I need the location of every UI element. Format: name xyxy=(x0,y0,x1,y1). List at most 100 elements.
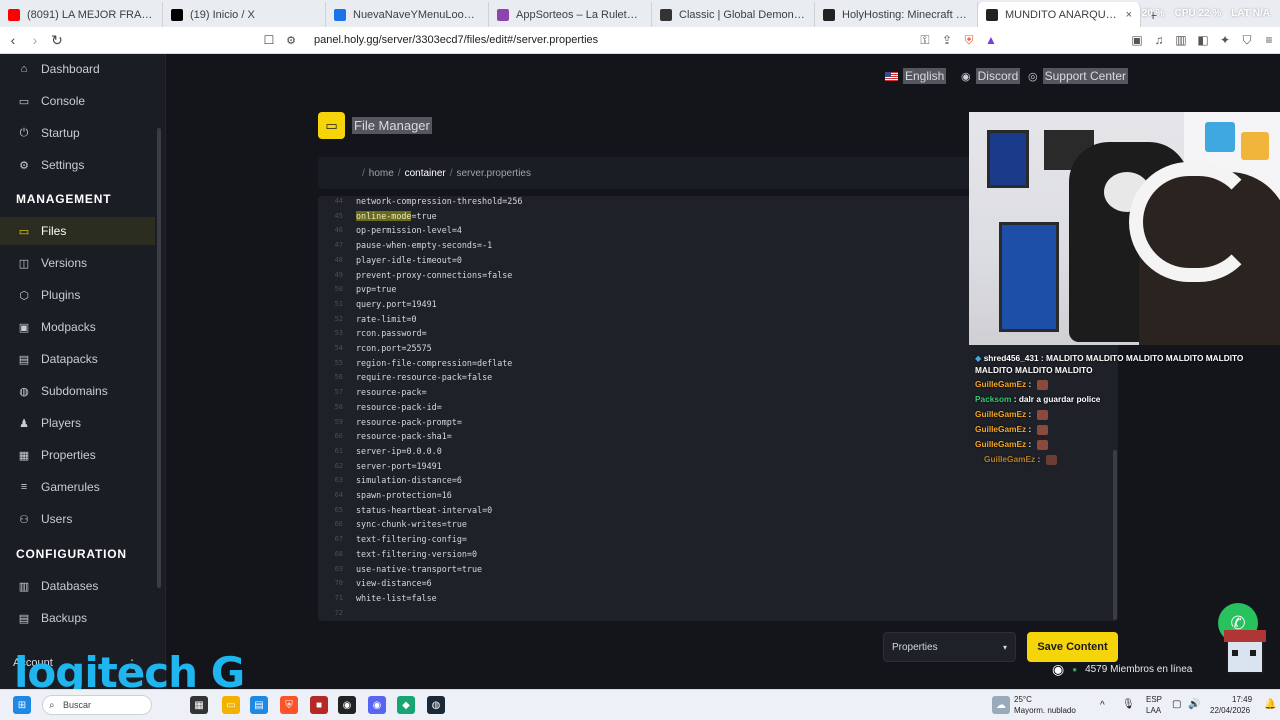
discord-link[interactable]: ◉ Discord xyxy=(961,68,1021,84)
sidebar-item-modpacks[interactable]: ▣ Modpacks xyxy=(0,313,155,341)
file-type-select[interactable]: Properties ▾ xyxy=(883,632,1016,662)
sidebar-item-databases[interactable]: ▥ Databases xyxy=(0,572,155,600)
app-icon[interactable]: ◆ xyxy=(397,696,415,714)
breadcrumb-container[interactable]: container xyxy=(405,168,446,179)
mic-icon[interactable]: 🎙 xyxy=(1122,699,1135,710)
editor-scrollbar[interactable] xyxy=(1113,450,1117,620)
bookmark-icon[interactable]: ☐ xyxy=(258,33,280,47)
brave-icon[interactable]: ⛨ xyxy=(280,696,298,714)
notifications-icon[interactable]: 🔔 xyxy=(1264,699,1276,710)
language-selector[interactable]: English xyxy=(885,68,947,84)
figure xyxy=(1205,122,1235,152)
line-number: 66 xyxy=(334,520,343,529)
steam-icon[interactable]: ◍ xyxy=(427,696,445,714)
property-value: true xyxy=(446,519,467,530)
volume-icon[interactable]: 🔊 xyxy=(1188,699,1200,710)
sidebar-item-users[interactable]: ⚇ Users xyxy=(0,505,155,533)
property-key: white-list xyxy=(356,592,407,603)
share-icon[interactable]: ⇪ xyxy=(936,33,958,47)
browser-tab[interactable]: NuevaNaveYMenuLoop.zip - Google xyxy=(326,2,489,27)
sidebar-item-files[interactable]: ▭ Files xyxy=(0,217,155,245)
code-line[interactable]: 63 simulation-distance=6 xyxy=(318,473,1118,488)
property-key: online-mode xyxy=(356,210,412,221)
configuration-heading: CONFIGURATION xyxy=(16,547,127,561)
ai-icon[interactable]: ✦ xyxy=(1214,33,1236,47)
windows-start-icon[interactable]: ⊞ xyxy=(13,696,31,714)
sidebar-item-plugins[interactable]: ⬡ Plugins xyxy=(0,281,155,309)
code-text: white-list=false xyxy=(356,591,437,606)
stat-cpu: CPU 22 % xyxy=(1174,8,1222,19)
sidebar-item-gamerules[interactable]: ≡ Gamerules xyxy=(0,473,155,501)
code-text: region-file-compression=deflate xyxy=(356,356,512,371)
sidebar-item-startup[interactable]: ⏻ Startup xyxy=(0,119,155,147)
music-icon[interactable]: ♫ xyxy=(1148,33,1170,47)
taskview-icon[interactable]: ▦ xyxy=(190,696,208,714)
menu-icon[interactable]: ≡ xyxy=(1258,33,1280,47)
browser-tab[interactable]: (8091) LA MEJOR FRASE DE ADAM S xyxy=(0,2,163,27)
code-line[interactable]: 66 sync-chunk-writes=true xyxy=(318,517,1118,532)
discord-icon: ◉ xyxy=(961,70,971,83)
sidebar-item-subdomains[interactable]: ◍ Subdomains xyxy=(0,377,155,405)
brave-rewards-icon[interactable]: ▲ xyxy=(980,33,1002,47)
sidebar-item-datapacks[interactable]: ▤ Datapacks xyxy=(0,345,155,373)
reader-icon[interactable]: ▣ xyxy=(1126,33,1148,47)
code-line[interactable]: 65 status-heartbeat-interval=0 xyxy=(318,503,1118,518)
key-icon[interactable]: ⚿ xyxy=(914,33,936,48)
discord-app-icon[interactable]: ◉ xyxy=(368,696,386,714)
vpn-icon[interactable]: ⛉ xyxy=(1236,33,1258,48)
line-number: 52 xyxy=(334,314,343,323)
chat-username: GuilleGamEz xyxy=(975,439,1027,449)
site-info-icon[interactable]: ⚙ xyxy=(280,34,302,47)
sidebar-item-versions[interactable]: ◫ Versions xyxy=(0,249,155,277)
sidebar-item-players[interactable]: ♟ Players xyxy=(0,409,155,437)
reload-icon[interactable]: ↻ xyxy=(46,32,68,49)
store-icon[interactable]: ▤ xyxy=(250,696,268,714)
property-key: status-heartbeat-interval xyxy=(356,504,483,515)
brave-shield-icon[interactable]: ⛨ xyxy=(958,33,980,48)
explorer-icon[interactable]: ▭ xyxy=(222,696,240,714)
browser-tab[interactable]: MUNDITO ANARQUICO | File M × xyxy=(978,2,1141,27)
obs-icon[interactable]: ◉ xyxy=(338,696,356,714)
taskbar-search[interactable]: ⌕ Buscar xyxy=(42,695,152,715)
clock-date[interactable]: 22/04/2026 xyxy=(1210,706,1250,715)
close-tab-icon[interactable]: × xyxy=(1126,9,1132,21)
code-line[interactable]: 68 text-filtering-version=0 xyxy=(318,547,1118,562)
forward-icon[interactable]: › xyxy=(24,32,46,48)
online-dot-icon: ● xyxy=(1072,664,1078,674)
browser-tab[interactable]: (19) Inicio / X xyxy=(163,2,326,27)
code-line[interactable]: 71 white-list=false xyxy=(318,591,1118,606)
sidebar-scrollbar[interactable] xyxy=(157,128,161,588)
browser-tab-bar: (8091) LA MEJOR FRASE DE ADAM S (19) Inic… xyxy=(0,0,1280,27)
url-field[interactable]: panel.holy.gg/server/3303ecd7/files/edit… xyxy=(314,34,598,46)
sidebar-item-label: Plugins xyxy=(41,288,81,302)
app-icon[interactable]: ■ xyxy=(310,696,328,714)
code-line[interactable]: 72 xyxy=(318,606,1118,621)
browser-tab[interactable]: Classic | Global Demonlist xyxy=(652,2,815,27)
browser-tab[interactable]: AppSorteos – La Ruleta de la Suerte xyxy=(489,2,652,27)
tray-chevron-icon[interactable]: ^ xyxy=(1100,700,1105,711)
lang-label[interactable]: ESP xyxy=(1146,695,1162,704)
browser-tab[interactable]: HolyHosting: Minecraft Hosting xyxy=(815,2,978,27)
code-line[interactable]: 70 view-distance=6 xyxy=(318,576,1118,591)
wallet-icon[interactable]: ◧ xyxy=(1192,33,1214,47)
code-text: text-filtering-config= xyxy=(356,532,467,547)
sidebar-item-backups[interactable]: ▤ Backups xyxy=(0,604,155,632)
code-line[interactable]: 69 use-native-transport=true xyxy=(318,562,1118,577)
sidebar-icon[interactable]: ▥ xyxy=(1170,33,1192,47)
line-number: 44 xyxy=(334,197,343,205)
back-icon[interactable]: ‹ xyxy=(2,32,24,48)
support-link[interactable]: ◎ Support Center xyxy=(1028,68,1128,84)
sidebar-item-console[interactable]: ▭ Console xyxy=(0,87,155,115)
sidebar-item-settings[interactable]: ⚙ Settings xyxy=(0,151,155,179)
sidebar-item-label: Users xyxy=(41,512,73,526)
network-icon[interactable]: ▢ xyxy=(1172,699,1181,710)
file-type-value: Properties xyxy=(892,641,938,653)
clock-time[interactable]: 17:49 xyxy=(1232,695,1252,704)
breadcrumb-home[interactable]: home xyxy=(369,168,394,179)
line-number: 53 xyxy=(334,329,343,338)
sidebar-item-dashboard[interactable]: ⌂ Dashboard xyxy=(0,55,155,83)
sidebar-item-properties[interactable]: ▦ Properties xyxy=(0,441,155,469)
code-line[interactable]: 64 spawn-protection=16 xyxy=(318,488,1118,503)
property-key: sync-chunk-writes xyxy=(356,519,442,530)
code-line[interactable]: 67 text-filtering-config= xyxy=(318,532,1118,547)
